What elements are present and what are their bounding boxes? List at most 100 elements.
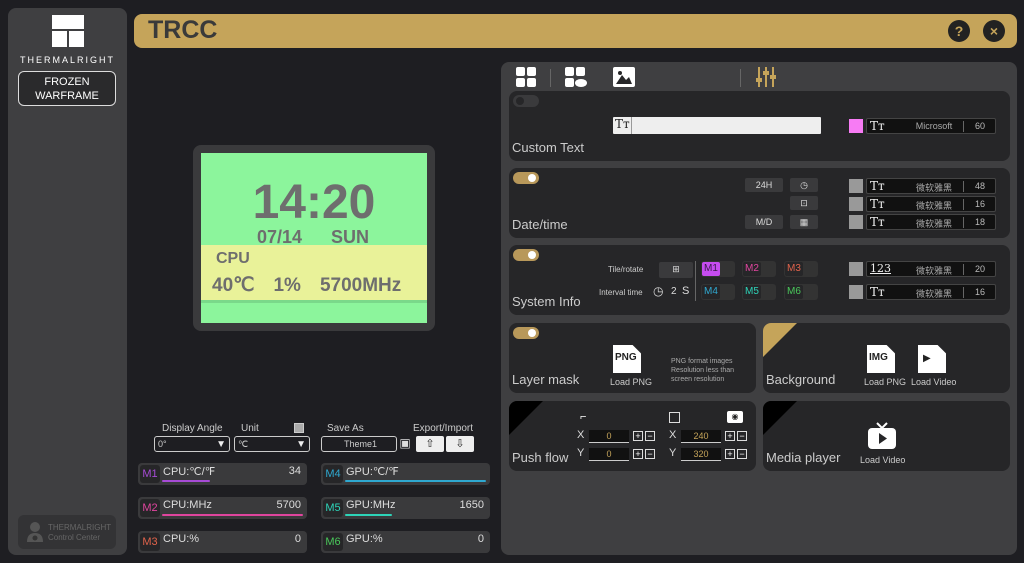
tile-rotate-button[interactable]: ⊞ bbox=[659, 262, 693, 278]
origin-x-plus[interactable]: + bbox=[633, 431, 643, 441]
help-button[interactable]: ? bbox=[948, 20, 970, 42]
custom-text-font-picker[interactable]: Tт Microsoft 60 bbox=[866, 118, 996, 134]
load-png-label[interactable]: Load PNG bbox=[610, 377, 652, 387]
control-center-badge[interactable]: THERMALRIGHT Control Center bbox=[18, 515, 116, 549]
metric-bar bbox=[345, 480, 486, 482]
metric-row-m5[interactable]: M5 GPU:MHz 1650 bbox=[321, 497, 490, 519]
device-label-line2: WARFRAME bbox=[35, 90, 99, 102]
sysinfo-label-color-swatch[interactable] bbox=[849, 285, 863, 299]
close-button[interactable]: × bbox=[983, 20, 1005, 42]
import-button[interactable]: ⇩ bbox=[446, 436, 474, 452]
date-format-button[interactable]: M/D bbox=[745, 215, 783, 229]
unit-checkbox[interactable] bbox=[294, 423, 304, 433]
metric-row-m1[interactable]: M1 CPU:℃/℉ 34 bbox=[138, 463, 307, 485]
font-size: 48 bbox=[974, 181, 985, 191]
slot-m5[interactable]: M5 bbox=[742, 284, 776, 300]
font-name: 微软雅黑 bbox=[915, 266, 952, 276]
size-x-minus[interactable]: − bbox=[737, 431, 747, 441]
sysinfo-value-color-swatch[interactable] bbox=[849, 262, 863, 276]
unit-select[interactable]: ℃ ▼ bbox=[234, 436, 310, 452]
slot-m2[interactable]: M2 bbox=[742, 261, 776, 277]
size-y-plus[interactable]: + bbox=[725, 449, 735, 459]
datetime-toggle[interactable] bbox=[513, 172, 539, 184]
metric-value: 5700 bbox=[276, 499, 301, 511]
preview-cpu-usage: 1% bbox=[273, 275, 301, 296]
preview-sysinfo-band: CPU 40℃ 1% 5700MHz bbox=[201, 245, 427, 300]
theme-name-input[interactable]: Theme1 bbox=[321, 436, 397, 452]
weekday-toggle[interactable]: ⊡ bbox=[790, 196, 818, 210]
weekday-color-swatch[interactable] bbox=[849, 197, 863, 211]
custom-text-color-swatch[interactable] bbox=[849, 119, 863, 133]
custom-text-toggle[interactable] bbox=[513, 95, 539, 107]
display-angle-select[interactable]: 0° ▼ bbox=[154, 436, 230, 452]
weekday-font-picker[interactable]: Tт 微软雅黑 16 bbox=[866, 196, 996, 212]
tv-play-icon[interactable] bbox=[867, 421, 897, 451]
date-font-picker[interactable]: Tт 微软雅黑 18 bbox=[866, 214, 996, 230]
load-video-icon[interactable]: ▶ bbox=[918, 345, 946, 373]
origin-x-minus[interactable]: − bbox=[645, 431, 655, 441]
layer-mask-toggle[interactable] bbox=[513, 327, 539, 339]
size-x-plus[interactable]: + bbox=[725, 431, 735, 441]
film-icon: ▶ bbox=[923, 353, 931, 364]
metric-bar bbox=[345, 514, 392, 516]
export-button[interactable]: ⇧ bbox=[416, 436, 444, 452]
sysinfo-toggle[interactable] bbox=[513, 249, 539, 261]
font-name: 微软雅黑 bbox=[915, 289, 952, 299]
font-icon: Tт bbox=[870, 215, 885, 229]
origin-y-input[interactable]: 0 bbox=[589, 448, 629, 461]
layer-mask-hint: PNG format images Resolution less than scr… bbox=[671, 357, 734, 384]
layer-mask-card: PNG Load PNG PNG format images Resolution… bbox=[509, 323, 756, 393]
load-png-label[interactable]: Load PNG bbox=[864, 377, 906, 387]
time-font-picker[interactable]: Tт 微软雅黑 48 bbox=[866, 178, 996, 194]
slot-m3[interactable]: M3 bbox=[784, 261, 818, 277]
device-button[interactable]: FROZEN WARFRAME bbox=[18, 71, 116, 106]
metric-label: CPU:MHz bbox=[163, 499, 212, 511]
metric-row-m6[interactable]: M6 GPU:% 0 bbox=[321, 531, 490, 553]
clock-icon: ◷ bbox=[800, 180, 808, 190]
size-y-minus[interactable]: − bbox=[737, 449, 747, 459]
time-toggle[interactable]: ◷ bbox=[790, 178, 818, 192]
font-size: 18 bbox=[974, 217, 985, 227]
time-color-swatch[interactable] bbox=[849, 179, 863, 193]
custom-text-input[interactable]: Tт bbox=[613, 117, 821, 134]
metric-row-m2[interactable]: M2 CPU:MHz 5700 bbox=[138, 497, 307, 519]
hint-line: PNG format images bbox=[671, 358, 733, 365]
tab-divider bbox=[550, 69, 551, 87]
origin-x-input[interactable]: 0 bbox=[589, 430, 629, 443]
interval-value[interactable]: 2 bbox=[671, 286, 677, 297]
origin-y-minus[interactable]: − bbox=[645, 449, 655, 459]
metric-row-m4[interactable]: M4 GPU:℃/℉ bbox=[321, 463, 490, 485]
date-color-swatch[interactable] bbox=[849, 215, 863, 229]
slot-m1[interactable]: M1 bbox=[701, 261, 735, 277]
background-card: IMG Load PNG ▶ Load Video Background bbox=[763, 323, 1010, 393]
metric-label: CPU:% bbox=[163, 533, 200, 545]
load-png-icon[interactable]: PNG bbox=[613, 345, 641, 373]
image-gallery-icon[interactable] bbox=[613, 67, 635, 87]
adjust-sliders-icon[interactable] bbox=[755, 67, 777, 87]
slot-m6[interactable]: M6 bbox=[784, 284, 818, 300]
file-type: IMG bbox=[869, 352, 888, 363]
layout-grid-icon[interactable] bbox=[515, 67, 537, 87]
load-image-icon[interactable]: IMG bbox=[867, 345, 895, 373]
size-y-input[interactable]: 320 bbox=[681, 448, 721, 461]
slot-tag: M5 bbox=[743, 285, 761, 299]
origin-y-plus[interactable]: + bbox=[633, 449, 643, 459]
hour-format-button[interactable]: 24H bbox=[745, 178, 783, 192]
sysinfo-value-font-picker[interactable]: 123 微软雅黑 20 bbox=[866, 261, 996, 277]
eye-icon[interactable]: ◉ bbox=[727, 411, 743, 423]
slot-m4[interactable]: M4 bbox=[701, 284, 735, 300]
lcd-preview[interactable]: 14:20 07/14 SUN CPU 40℃ 1% 5700MHz bbox=[201, 153, 427, 323]
interval-time-label: Interval time bbox=[599, 288, 643, 297]
cloud-themes-icon[interactable] bbox=[564, 67, 588, 87]
font-name: 微软雅黑 bbox=[915, 219, 952, 229]
size-x-input[interactable]: 240 bbox=[681, 430, 721, 443]
app-title: TRCC bbox=[148, 16, 218, 44]
sysinfo-label-font-picker[interactable]: Tт 微软雅黑 16 bbox=[866, 284, 996, 300]
load-video-label[interactable]: Load Video bbox=[860, 455, 905, 465]
metric-row-m3[interactable]: M3 CPU:% 0 bbox=[138, 531, 307, 553]
preview-cpu-label: CPU bbox=[216, 250, 250, 267]
date-toggle[interactable]: ▦ bbox=[790, 215, 818, 229]
load-video-label[interactable]: Load Video bbox=[911, 377, 956, 387]
slot-tag: M2 bbox=[743, 262, 761, 276]
save-icon[interactable]: ▣ bbox=[397, 436, 413, 452]
